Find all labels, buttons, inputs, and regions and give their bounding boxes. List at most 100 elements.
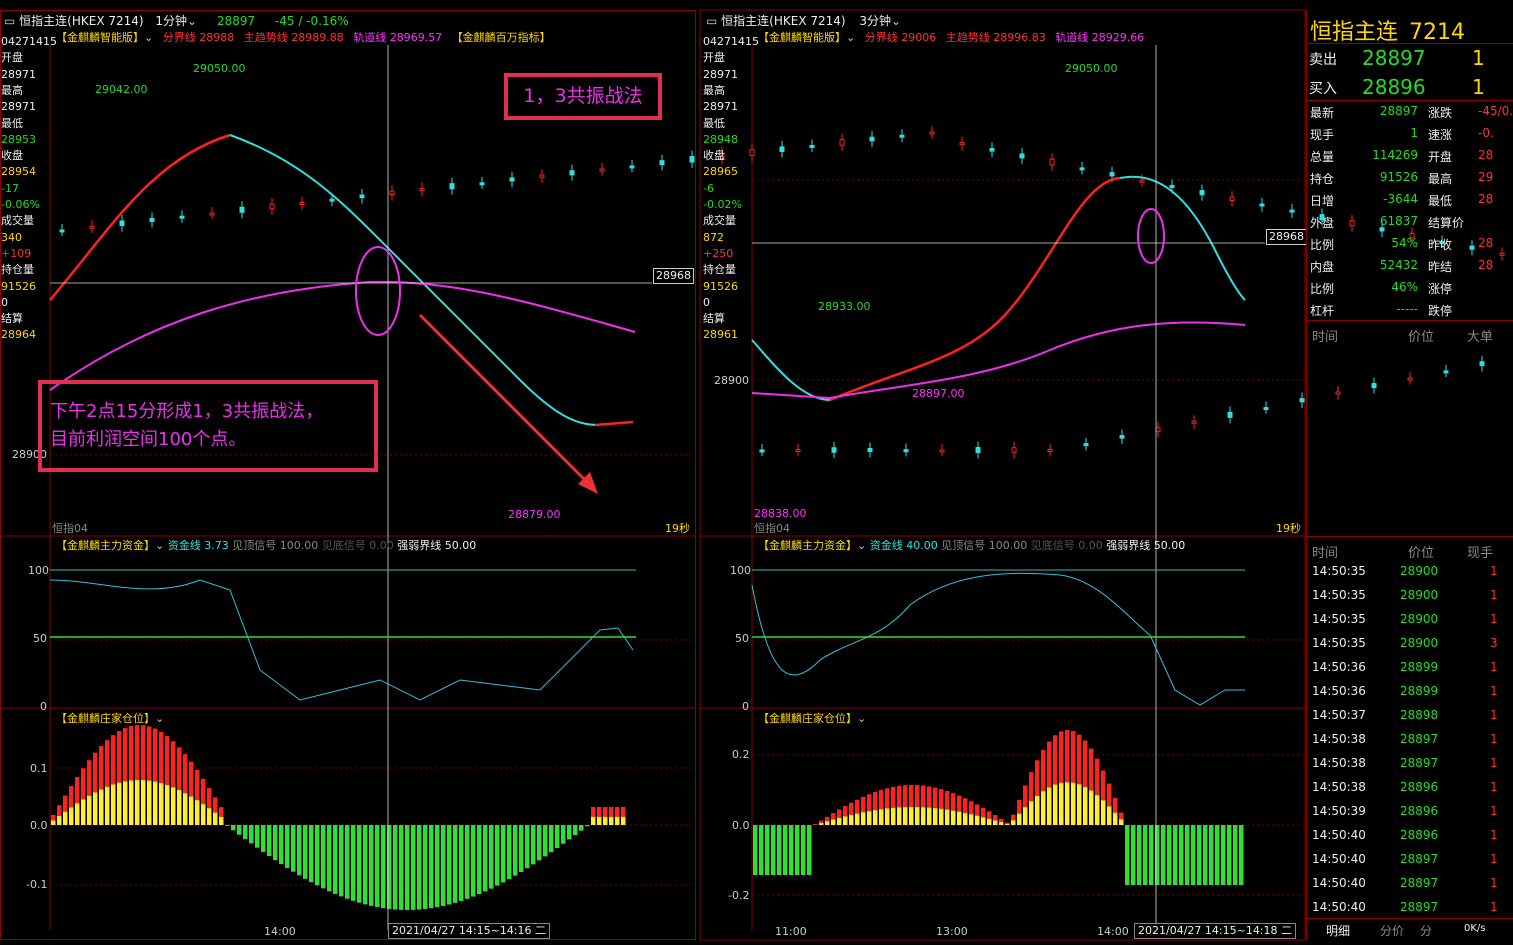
time-range: 2021/04/27 14:15~14:16 二 xyxy=(388,923,551,939)
position-bar-inner xyxy=(1077,784,1082,825)
position-bar-inner xyxy=(75,803,80,825)
quote-cell: 杠杆 xyxy=(1310,304,1335,318)
tick-cell: 1 xyxy=(1490,612,1498,626)
candle xyxy=(1263,407,1269,411)
position-bar-inner xyxy=(189,796,194,825)
position-bar xyxy=(1239,825,1244,885)
position-bar-inner xyxy=(1113,812,1118,825)
position-bar-inner xyxy=(1101,800,1106,825)
position-bar-inner xyxy=(219,816,224,825)
time-tick: 14:00 xyxy=(264,925,296,938)
position-bar xyxy=(1131,825,1136,885)
cursor-price: 28968 xyxy=(1266,229,1307,245)
tick-cell: 1 xyxy=(1490,780,1498,794)
tick-cell: 28899 xyxy=(1400,660,1439,674)
side-info-item: 28948 xyxy=(703,132,738,146)
quote-row: 比例 54% 昨收 28 xyxy=(1308,232,1513,256)
price-mark: 28933.00 xyxy=(818,300,871,313)
position-bar xyxy=(237,825,242,835)
tick-cell: 1 xyxy=(1490,708,1498,722)
y-label: 28900 xyxy=(714,374,749,387)
position-bar xyxy=(405,825,410,910)
position-bar-inner xyxy=(597,816,602,825)
position-bar xyxy=(507,825,512,880)
side-info-item: 28965 xyxy=(703,165,738,179)
menu-icon[interactable]: ▭ xyxy=(706,14,721,28)
position-bar-inner xyxy=(837,818,842,825)
position-bar xyxy=(795,825,800,875)
position-bar xyxy=(561,825,566,844)
right-magenta-line xyxy=(751,321,1246,400)
position-bar-inner xyxy=(1035,795,1040,825)
tick-row: 14:50:40 28897 1 xyxy=(1308,896,1513,920)
position-bar xyxy=(1227,825,1232,885)
position-bar xyxy=(1185,825,1190,885)
tab-fenjia[interactable]: 分价 xyxy=(1380,922,1404,939)
position-bar-inner xyxy=(177,790,182,825)
position-bar-inner xyxy=(207,808,212,825)
candle xyxy=(1169,185,1175,189)
candle xyxy=(689,156,695,163)
right-period[interactable]: 3分钟 xyxy=(859,14,891,28)
position-bar xyxy=(471,825,476,897)
pos-tick: 0.0 xyxy=(732,819,750,832)
pos-title[interactable]: 【金麒麟庄家仓位】 xyxy=(758,712,857,725)
position-bar-inner xyxy=(141,780,146,825)
position-bar xyxy=(759,825,764,875)
tick-cell: 1 xyxy=(1490,876,1498,890)
candle xyxy=(1289,209,1295,213)
indicator-name[interactable]: 【金麒麟智能版】 xyxy=(758,31,846,44)
position-bar xyxy=(1167,825,1172,885)
zhuqushi-value: 主趋势线 28996.83 xyxy=(945,31,1046,44)
fund-title[interactable]: 【金麒麟主力资金】 xyxy=(56,539,155,552)
chart-canvas xyxy=(0,9,1505,941)
position-bar-inner xyxy=(855,813,860,825)
fund-title[interactable]: 【金麒麟主力资金】 xyxy=(758,539,857,552)
side-info-item: 持仓量 xyxy=(703,263,736,277)
quote-cell: -0. xyxy=(1478,126,1494,140)
position-bar xyxy=(1215,825,1220,885)
position-bar xyxy=(801,825,806,875)
chevron-down-icon[interactable]: ⌄ xyxy=(891,14,901,28)
position-bar-inner xyxy=(1071,782,1076,825)
position-bar-inner xyxy=(861,812,866,825)
cursor-price: 28968 xyxy=(653,268,694,284)
position-bar xyxy=(495,825,500,886)
quote-cell: 跌停 xyxy=(1428,304,1453,318)
tick-cell: 14:50:35 xyxy=(1312,612,1366,626)
quote-row: 内盘 52432 昨结 28 xyxy=(1308,254,1513,278)
position-bar-inner xyxy=(117,782,122,825)
quote-cell: 外盘 xyxy=(1310,216,1335,230)
tab-fen[interactable]: 分 xyxy=(1420,922,1432,939)
position-bar-inner xyxy=(1089,790,1094,825)
position-bar-inner xyxy=(621,816,626,825)
position-bar xyxy=(339,825,344,897)
pos-title[interactable]: 【金麒麟庄家仓位】 xyxy=(56,712,155,725)
tick-cell: 1 xyxy=(1490,732,1498,746)
side-info-item: 0 xyxy=(703,295,710,309)
quote-row: 总量 114269 开盘 28 xyxy=(1308,144,1513,168)
right-title: 恒指主连(HKEX 7214) xyxy=(721,14,846,28)
tick-row: 14:50:35 28900 1 xyxy=(1308,584,1513,608)
position-bar xyxy=(273,825,278,861)
candle xyxy=(1049,158,1055,166)
tab-mingxi[interactable]: 明细 xyxy=(1326,922,1350,939)
quote-cell: 涨停 xyxy=(1428,282,1453,296)
position-bar xyxy=(525,825,530,869)
price-mark-high2: 29050.00 xyxy=(193,62,246,75)
candle xyxy=(989,147,995,152)
quote-cell: 总量 xyxy=(1310,150,1335,164)
time-tick: 13:00 xyxy=(936,925,968,938)
position-bar-inner xyxy=(111,784,116,825)
position-bar-inner xyxy=(1011,820,1016,825)
buy-price: 28896 xyxy=(1362,75,1426,99)
quote-cell: 持仓 xyxy=(1310,172,1335,186)
quote-cell: 46% xyxy=(1391,280,1418,294)
time-tick: 14:00 xyxy=(1097,925,1129,938)
position-bar xyxy=(441,825,446,906)
quote-cell: 61837 xyxy=(1379,214,1418,228)
candle xyxy=(749,149,755,156)
side-info-item: 成交量 xyxy=(703,214,736,228)
tick-cell: 28897 xyxy=(1400,852,1439,866)
position-bar xyxy=(789,825,794,875)
